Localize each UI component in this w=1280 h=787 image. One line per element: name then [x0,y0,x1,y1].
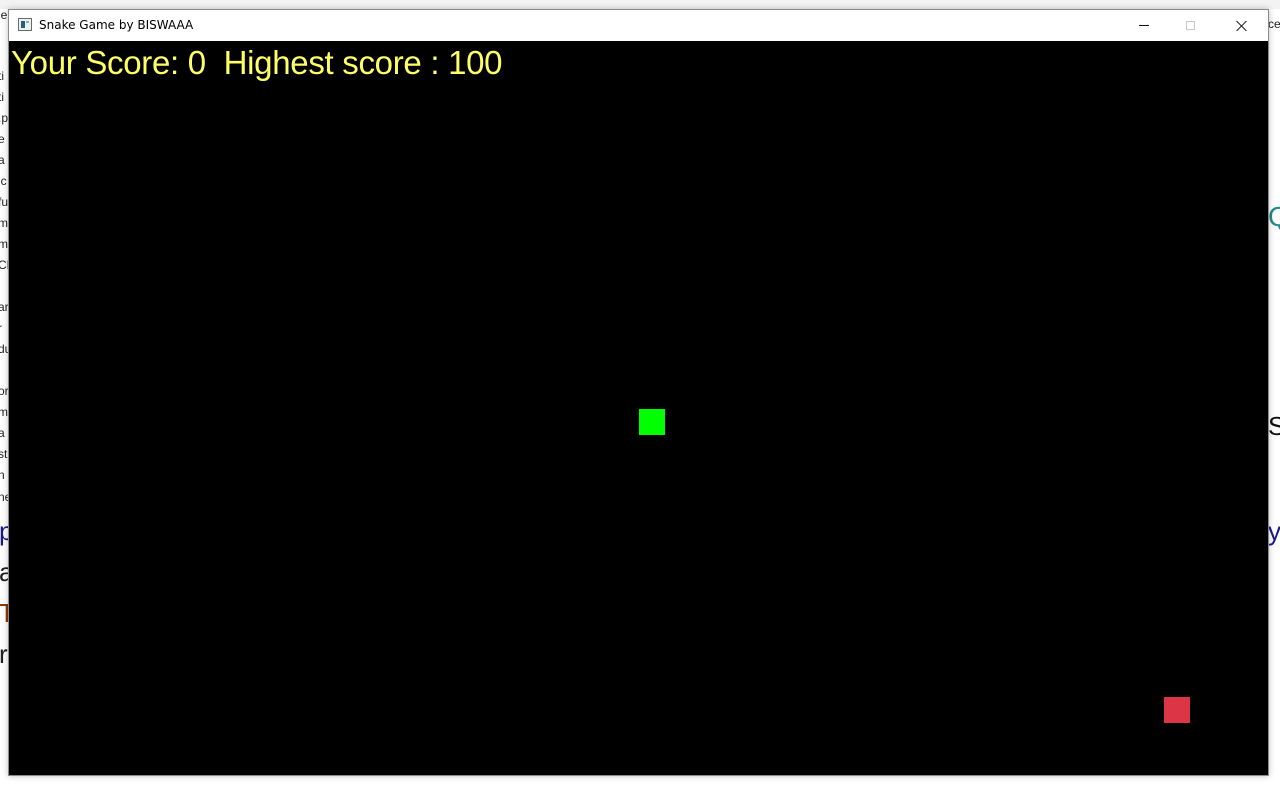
close-icon [1236,20,1248,32]
highscore-label: Highest score : [205,44,449,81]
background-text-fragment: r [0,639,8,669]
background-text-fragment: r [0,321,2,335]
background-text-fragment: e [0,132,5,146]
minimize-button[interactable] [1121,10,1167,41]
background-text-fragment: fu [0,195,9,209]
background-text-fragment: m [0,237,8,251]
background-text-fragment: n [0,468,5,482]
snake-head [639,409,665,435]
close-button[interactable] [1219,10,1265,41]
background-text-fragment: ic [0,174,7,188]
background-text-fragment: a [0,153,5,167]
highscore-value: 100 [448,44,503,81]
background-app-bottom-edge [0,776,1280,787]
background-text-fragment: y [1268,516,1280,546]
background-text-fragment: .p [0,111,9,125]
window-titlebar[interactable]: Snake Game by BISWAAA [9,10,1268,41]
maximize-button[interactable] [1167,10,1213,41]
game-window: Snake Game by BISWAAA Your Score: 0 High… [8,9,1269,776]
background-text-fragment: Q [1268,201,1280,232]
window-title: Snake Game by BISWAAA [39,18,194,32]
maximize-icon [1185,21,1195,30]
background-app-right-edge: ce_ Q S y [1268,9,1280,787]
game-canvas[interactable]: Your Score: 0 Highest score : 100 [9,41,1268,775]
score-display: Your Score: 0 Highest score : 100 [11,44,503,82]
score-label: Your Score: [11,44,188,81]
background-text-fragment: m [0,405,8,419]
minimize-icon [1139,25,1149,26]
background-text-fragment: le [0,9,8,22]
score-value: 0 [187,44,206,81]
food-item [1164,697,1190,723]
app-icon [18,18,32,31]
background-text-fragment: ti [0,90,4,104]
background-text-fragment: ti [0,69,4,83]
background-text-fragment: ce_ [1268,17,1280,31]
background-text-fragment: m [0,216,8,230]
background-text-fragment: st [0,447,8,461]
background-text-fragment: S [1268,411,1280,441]
background-text-fragment: a [0,426,5,440]
